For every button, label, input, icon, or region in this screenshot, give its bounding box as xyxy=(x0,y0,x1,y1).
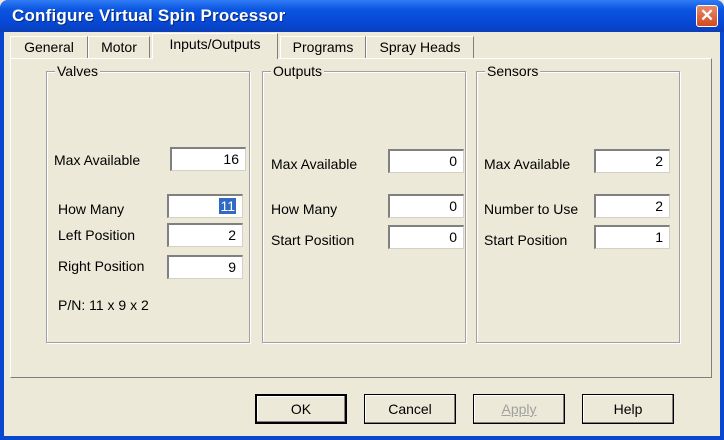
valves-max-available-label: Max Available xyxy=(54,152,141,168)
outputs-how-many-label: How Many xyxy=(271,201,338,217)
close-button[interactable]: ✕ xyxy=(696,5,718,27)
valves-right-position-field[interactable]: 9 xyxy=(167,255,243,279)
tab-motor[interactable]: Motor xyxy=(88,36,150,58)
frame-right xyxy=(720,32,724,440)
sensors-max-available-field[interactable]: 2 xyxy=(594,149,670,173)
help-button[interactable]: Help xyxy=(582,394,674,424)
ok-button[interactable]: OK xyxy=(255,394,347,424)
sensors-legend: Sensors xyxy=(485,63,541,79)
apply-button[interactable]: Apply xyxy=(473,394,565,424)
sensors-number-to-use-field[interactable]: 2 xyxy=(594,194,670,218)
valves-right-position-label: Right Position xyxy=(58,258,145,274)
outputs-max-available-field[interactable]: 0 xyxy=(388,149,464,173)
frame-bottom xyxy=(0,436,724,440)
outputs-start-position-label: Start Position xyxy=(271,232,355,248)
valves-part-number: P/N: 11 x 9 x 2 xyxy=(58,297,149,313)
valves-left-position-label: Left Position xyxy=(58,227,136,243)
sensors-max-available-label: Max Available xyxy=(484,156,571,172)
outputs-how-many-field[interactable]: 0 xyxy=(388,194,464,218)
sensors-number-to-use-label: Number to Use xyxy=(484,201,579,217)
valves-how-many-value: 11 xyxy=(219,198,236,214)
valves-legend: Valves xyxy=(55,63,100,79)
sensors-start-position-field[interactable]: 1 xyxy=(594,225,670,249)
valves-left-position-field[interactable]: 2 xyxy=(167,223,243,247)
title-bar[interactable]: Configure Virtual Spin Processor ✕ xyxy=(0,0,724,32)
window-title: Configure Virtual Spin Processor xyxy=(12,6,286,25)
tab-spray-heads[interactable]: Spray Heads xyxy=(366,36,474,58)
cancel-button[interactable]: Cancel xyxy=(364,394,456,424)
tab-programs[interactable]: Programs xyxy=(280,36,366,58)
valves-how-many-field[interactable]: 11 xyxy=(167,194,243,218)
tab-general[interactable]: General xyxy=(10,36,88,58)
outputs-max-available-label: Max Available xyxy=(271,156,358,172)
tab-inputs-outputs[interactable]: Inputs/Outputs xyxy=(152,33,278,59)
valves-how-many-label: How Many xyxy=(58,201,125,217)
valves-max-available-field[interactable]: 16 xyxy=(170,147,246,171)
outputs-legend: Outputs xyxy=(271,63,325,79)
sensors-start-position-label: Start Position xyxy=(484,232,568,248)
outputs-start-position-field[interactable]: 0 xyxy=(388,225,464,249)
